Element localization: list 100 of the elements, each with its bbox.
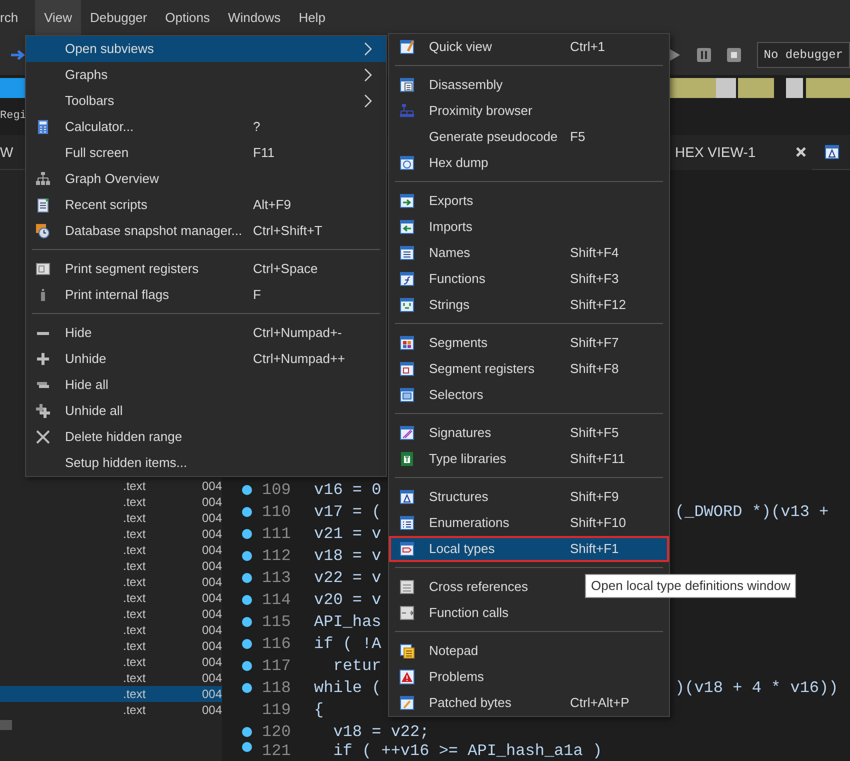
menu-item[interactable]: Disassembly [389, 72, 669, 98]
table-cell: 004 [202, 590, 222, 606]
menu-item[interactable]: Patched bytes Ctrl+Alt+P [389, 690, 669, 716]
menu-item[interactable]: Problems [389, 664, 669, 690]
table-cell: 004 [202, 478, 222, 494]
table-cell: 004 [202, 510, 222, 526]
list-row[interactable]: .text 004 [0, 590, 222, 606]
menu-item[interactable]: Notepad [389, 638, 669, 664]
list-row[interactable]: .text 004 [0, 574, 222, 590]
menu-item[interactable]: Imports [389, 214, 669, 240]
menu-item[interactable]: Exports [389, 188, 669, 214]
list-row[interactable]: .text 004 [0, 606, 222, 622]
code-line: (_DWORD *)(v13 + [675, 502, 829, 523]
menu-bar-item[interactable]: Help [290, 0, 334, 35]
breakpoint-icon[interactable] [242, 742, 252, 752]
list-row[interactable]: .text 004 [0, 510, 222, 526]
menu-bar-item[interactable]: Options [156, 0, 219, 35]
breakpoint-icon[interactable] [242, 727, 252, 737]
breakpoint-icon[interactable] [242, 573, 252, 583]
menu-item[interactable]: Unhide all [26, 398, 386, 424]
menu-item[interactable]: Print internal flags F [26, 282, 386, 308]
shortcut-text: Shift+F9 [570, 488, 620, 506]
line-number: 112 [261, 546, 292, 567]
square-window-icon [399, 361, 415, 377]
menu-bar-item[interactable]: rch [0, 0, 36, 35]
menu-item[interactable]: Selectors [389, 382, 669, 408]
menu-item[interactable]: Hide all [26, 372, 386, 398]
line-number: 113 [261, 568, 292, 589]
scrollbar-thumb[interactable] [0, 720, 12, 730]
bullet-list-window-icon [399, 515, 415, 531]
menu-item[interactable]: Segments Shift+F7 [389, 330, 669, 356]
menu-bar-item[interactable]: Windows [218, 0, 290, 35]
script-icon [35, 197, 51, 213]
menu-item[interactable]: Type libraries Shift+F11 [389, 446, 669, 472]
list-window-icon [399, 245, 415, 261]
menu-item[interactable]: Toolbars [26, 88, 386, 114]
tab[interactable]: W [0, 142, 14, 162]
menu-item[interactable]: Structures Shift+F9 [389, 484, 669, 510]
line-number: 109 [261, 480, 292, 501]
shortcut-text: Shift+F1 [570, 540, 620, 558]
menu-item[interactable]: Hide Ctrl+Numpad+- [26, 320, 386, 346]
line-number: 110 [261, 502, 292, 523]
debugger-field[interactable]: No debugger [756, 42, 850, 68]
menu-item[interactable]: Calculator... ? [26, 114, 386, 140]
menu-item[interactable]: Strings Shift+F12 [389, 292, 669, 318]
menu-item[interactable]: Graphs [26, 62, 386, 88]
menu-item[interactable]: Segment registers Shift+F8 [389, 356, 669, 382]
register-window-icon [35, 261, 51, 277]
list-row[interactable]: .text 004 [0, 478, 222, 494]
menu-item[interactable]: Quick view Ctrl+1 [389, 34, 669, 60]
breakpoint-icon[interactable] [242, 617, 252, 627]
breakpoint-icon[interactable] [242, 595, 252, 605]
table-cell: 004 [202, 494, 222, 510]
breakpoint-icon[interactable] [242, 639, 252, 649]
menu-item[interactable]: Unhide Ctrl+Numpad++ [26, 346, 386, 372]
list-row[interactable]: .text 004 [0, 702, 222, 718]
list-row[interactable]: .text 004 [0, 638, 222, 654]
list-row[interactable]: .text 004 [0, 686, 222, 702]
document-window-icon [399, 77, 415, 93]
table-cell-text: .text [123, 478, 147, 494]
menu-bar-item[interactable]: Debugger [81, 0, 156, 35]
menu-item[interactable]: Local types Shift+F1 [389, 536, 669, 562]
breakpoint-icon[interactable] [242, 507, 252, 517]
list-row[interactable]: .text 004 [0, 622, 222, 638]
menu-item[interactable]: Hex dump [389, 150, 669, 176]
menu-item[interactable]: Generate pseudocode F5 [389, 124, 669, 150]
menu-item[interactable]: Delete hidden range [26, 424, 386, 450]
breakpoint-icon[interactable] [242, 551, 252, 561]
breakpoint-icon[interactable] [242, 529, 252, 539]
menu-item[interactable]: Names Shift+F4 [389, 240, 669, 266]
breakpoint-icon[interactable] [242, 661, 252, 671]
menu-item[interactable]: Print segment registers Ctrl+Space [26, 256, 386, 282]
menu-bar-item[interactable]: View [35, 0, 82, 35]
menu-item[interactable]: Database snapshot manager... Ctrl+Shift+T [26, 218, 386, 244]
menu-item[interactable]: Signatures Shift+F5 [389, 420, 669, 446]
menu-item[interactable]: Open subviews [26, 36, 386, 62]
table-cell-text: .text [123, 542, 147, 558]
menu-item[interactable]: Recent scripts Alt+F9 [26, 192, 386, 218]
list-row[interactable]: .text 004 [0, 670, 222, 686]
list-row[interactable]: .text 004 [0, 654, 222, 670]
menu-item[interactable]: Setup hidden items... [26, 450, 386, 476]
breakpoint-icon[interactable] [242, 485, 252, 495]
table-cell-text: .text [123, 590, 147, 606]
list-row[interactable]: .text 004 [0, 558, 222, 574]
menu-item[interactable]: Enumerations Shift+F10 [389, 510, 669, 536]
table-cell: 004 [202, 574, 222, 590]
tree-icon [35, 171, 51, 187]
menu-item[interactable]: Full screen F11 [26, 140, 386, 166]
table-cell: 004 [202, 526, 222, 542]
menu-item[interactable]: Function calls [389, 600, 669, 626]
stacked-window-icon [399, 387, 415, 403]
menu-item[interactable]: Proximity browser [389, 98, 669, 124]
menu-item[interactable]: Functions Shift+F3 [389, 266, 669, 292]
structure-tab-icon [824, 144, 840, 160]
table-cell-text: .text [123, 686, 147, 702]
breakpoint-icon[interactable] [242, 683, 252, 693]
menu-item[interactable]: Graph Overview [26, 166, 386, 192]
list-row[interactable]: .text 004 [0, 494, 222, 510]
list-row[interactable]: .text 004 [0, 542, 222, 558]
list-row[interactable]: .text 004 [0, 526, 222, 542]
